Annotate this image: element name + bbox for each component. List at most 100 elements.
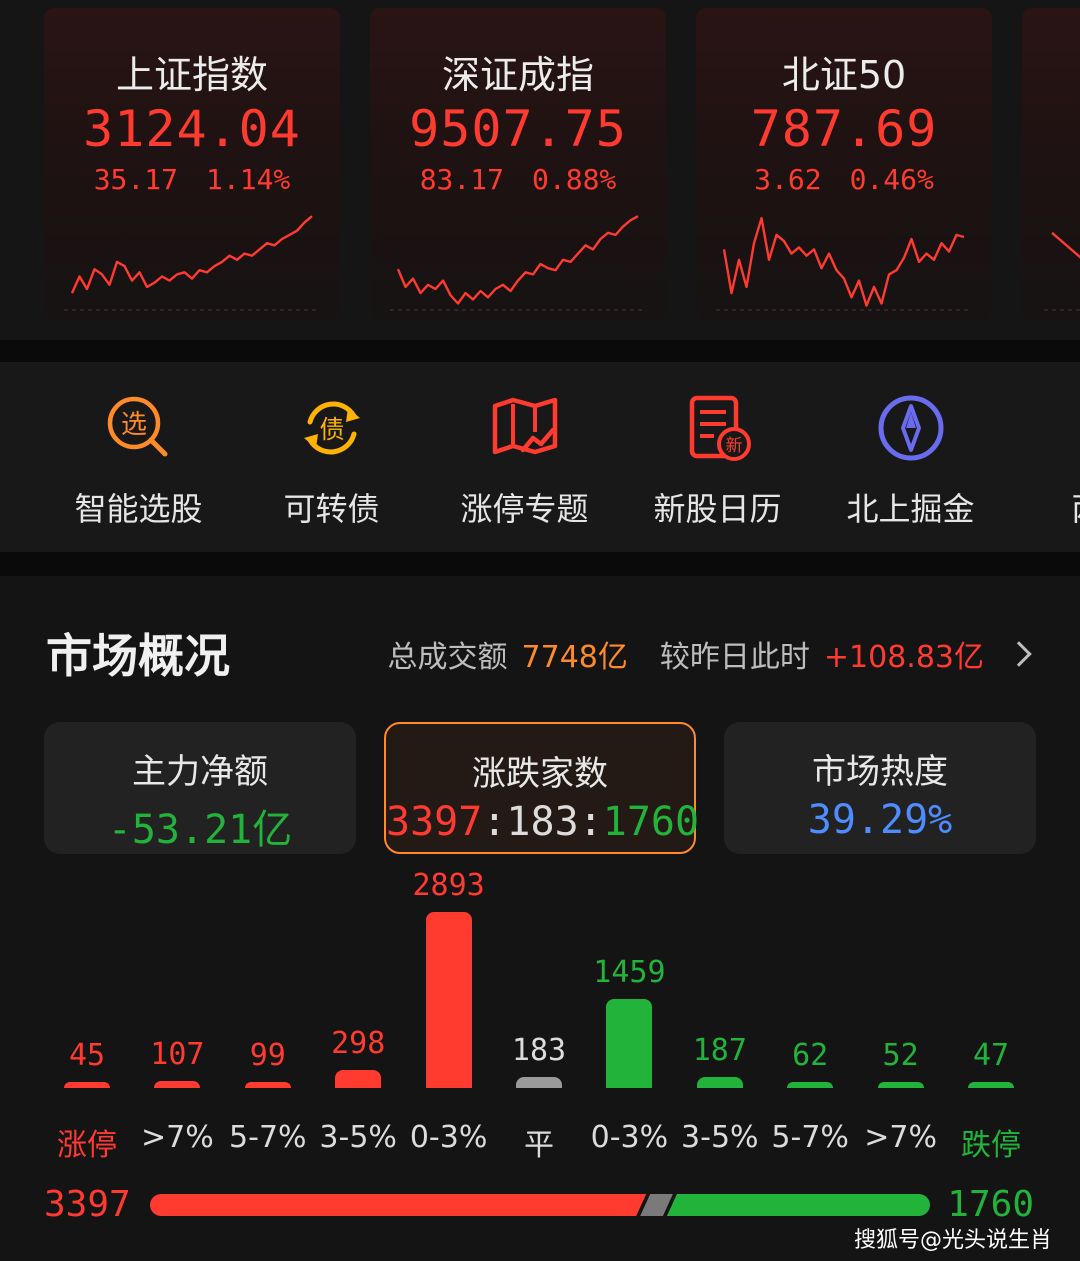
main-force-net-label: 主力净额: [132, 752, 268, 792]
index-card-sse[interactable]: 上证指数 3124.04 35.17 1.14%: [44, 8, 340, 320]
index-name: 深证成指: [441, 53, 594, 97]
ratio-flat-segment: [640, 1194, 673, 1216]
distribution-count: 298: [331, 1025, 386, 1061]
distribution-label: >7%: [141, 1120, 214, 1155]
tool-convertible-bond[interactable]: 债 可转债: [235, 392, 428, 530]
quick-tools-bar: 选 智能选股 债 可转债 涨停专题 新 新股日历 北上掘金: [0, 362, 1080, 552]
distribution-count: 52: [882, 1038, 919, 1073]
turnover-value: 7748亿: [521, 640, 628, 675]
distribution-bar-group[interactable]: 2893 0-3%: [404, 868, 494, 1155]
tool-ipo-calendar[interactable]: 新 新股日历: [621, 392, 814, 530]
index-sparkline: [716, 216, 972, 311]
tool-limit-up-topic[interactable]: 涨停专题: [428, 392, 621, 530]
distribution-label: 0-3%: [409, 1120, 488, 1155]
advance-decline-box[interactable]: 涨跌家数 3397:183:1760: [384, 722, 699, 854]
ratio-decline-count: 1760: [947, 1184, 1034, 1225]
distribution-label: 平: [524, 1128, 554, 1163]
main-force-net-box[interactable]: 主力净额 -53.21亿: [44, 722, 356, 854]
distribution-count: 99: [249, 1037, 286, 1073]
index-change-percent: 0.46%: [849, 163, 934, 196]
tool-label: 新股日历: [653, 490, 782, 528]
sparkline-line: [1051, 231, 1080, 259]
index-card-partial[interactable]: [1022, 8, 1080, 320]
sparkline-line: [722, 216, 965, 307]
section-divider: [0, 340, 1080, 362]
distribution-label: 跌停: [961, 1128, 1021, 1163]
distribution-label: 3-5%: [681, 1120, 759, 1155]
distribution-bar: [877, 1082, 924, 1088]
tool-label: 涨停专题: [460, 490, 589, 528]
index-card-bse50[interactable]: 北证50 787.69 3.62 0.46%: [696, 8, 992, 320]
index-value: 3124.04: [83, 100, 301, 158]
distribution-count: 45: [68, 1038, 106, 1073]
index-change: 83.17 0.88%: [370, 163, 666, 196]
distribution-bar: [244, 1081, 291, 1088]
distribution-count: 2893: [412, 868, 485, 903]
compass-icon: [878, 395, 943, 461]
index-value: 787.69: [750, 100, 938, 158]
distribution-bar-group[interactable]: 99 5-7%: [223, 872, 313, 1155]
turnover-summary[interactable]: 总成交额 7748亿 较昨日此时 +108.83亿: [388, 632, 1034, 676]
distribution-count: 183: [511, 1032, 567, 1068]
market-overview: 市场概况 总成交额 7748亿 较昨日此时 +108.83亿 主力净额 -53.21亿…: [0, 576, 1080, 1261]
compare-value: +108.83亿: [823, 640, 984, 675]
distribution-bar-group[interactable]: 107 >7%: [132, 872, 222, 1155]
index-change-percent: 0.88%: [532, 163, 617, 196]
ratio-advance-segment: [150, 1194, 647, 1216]
distribution-label: >7%: [864, 1120, 937, 1155]
advance-decline-label: 涨跌家数: [472, 754, 608, 794]
index-change-amount: 83.17: [419, 163, 504, 196]
tool-stock-picker[interactable]: 选 智能选股: [42, 392, 235, 530]
index-name: 北证50: [781, 53, 907, 97]
distribution-bar-group[interactable]: 45 涨停: [42, 872, 132, 1163]
distribution-bar: [516, 1076, 562, 1088]
decline-count: 1760: [602, 799, 700, 845]
distribution-bar-group[interactable]: 298 3-5%: [313, 872, 403, 1155]
section-divider: [0, 552, 1080, 576]
index-sparkline: [1044, 231, 1080, 311]
market-overview-title: 市场概况: [46, 629, 230, 683]
sparkline-line: [396, 215, 639, 305]
market-heat-box[interactable]: 市场热度 39.29%: [724, 722, 1036, 854]
ratio-advance-count: 3397: [44, 1184, 131, 1225]
ratio-separator: :: [578, 799, 603, 845]
distribution-bar-group[interactable]: 183 平: [494, 872, 584, 1163]
change-distribution-chart: 45 涨停 107 >7% 99 5-7% 298 3-5% 2893 0-3% 183 平 1459 0…: [0, 868, 1080, 1163]
distribution-bar: [787, 1082, 834, 1088]
distribution-label: 涨停: [57, 1128, 117, 1163]
index-change: 35.17 1.14%: [44, 163, 340, 196]
distribution-bar: [696, 1076, 743, 1088]
index-card-szse[interactable]: 深证成指 9507.75 83.17 0.88%: [370, 8, 666, 320]
distribution-label: 3-5%: [319, 1120, 397, 1155]
tool-northbound[interactable]: 北上掘金: [814, 392, 1007, 530]
turnover-label: 总成交额: [387, 640, 508, 675]
index-sparkline: [390, 215, 646, 311]
stock-picker-glyph: 选: [120, 410, 146, 440]
distribution-bar-group[interactable]: 62 5-7%: [765, 872, 855, 1155]
distribution-bar-group[interactable]: 52 >7%: [856, 872, 946, 1155]
distribution-count: 107: [150, 1037, 205, 1073]
margin-icon: [1068, 392, 1080, 464]
stock-picker-icon: 选: [107, 396, 167, 457]
distribution-label: 0-3%: [590, 1120, 669, 1155]
distribution-label: 5-7%: [229, 1120, 307, 1155]
ipo-calendar-icon: 新: [689, 395, 751, 461]
distribution-bar-group[interactable]: 1459 0-3%: [584, 872, 674, 1155]
advance-count: 3397: [386, 799, 483, 845]
chevron-right-icon[interactable]: [1006, 641, 1032, 667]
distribution-bar-group[interactable]: 187 3-5%: [675, 872, 765, 1155]
tool-label: 智能选股: [74, 490, 203, 528]
distribution-bar-group[interactable]: 47 跌停: [946, 872, 1036, 1163]
distribution-count: 47: [972, 1038, 1010, 1073]
distribution-bar: [64, 1082, 110, 1088]
distribution-bar: [968, 1082, 1014, 1088]
tool-label: 北上掘金: [846, 490, 975, 528]
main-force-net-value: -53.21亿: [107, 807, 293, 853]
sparkline-line: [70, 215, 313, 294]
advance-decline-value: 3397:183:1760: [386, 799, 699, 845]
tool-margin-trading[interactable]: 两融: [1007, 392, 1080, 530]
distribution-count: 187: [692, 1032, 747, 1068]
index-change: 3.62 0.46%: [696, 163, 992, 196]
tool-label: 两融: [1007, 484, 1080, 530]
limit-up-topic-icon: [492, 397, 557, 455]
